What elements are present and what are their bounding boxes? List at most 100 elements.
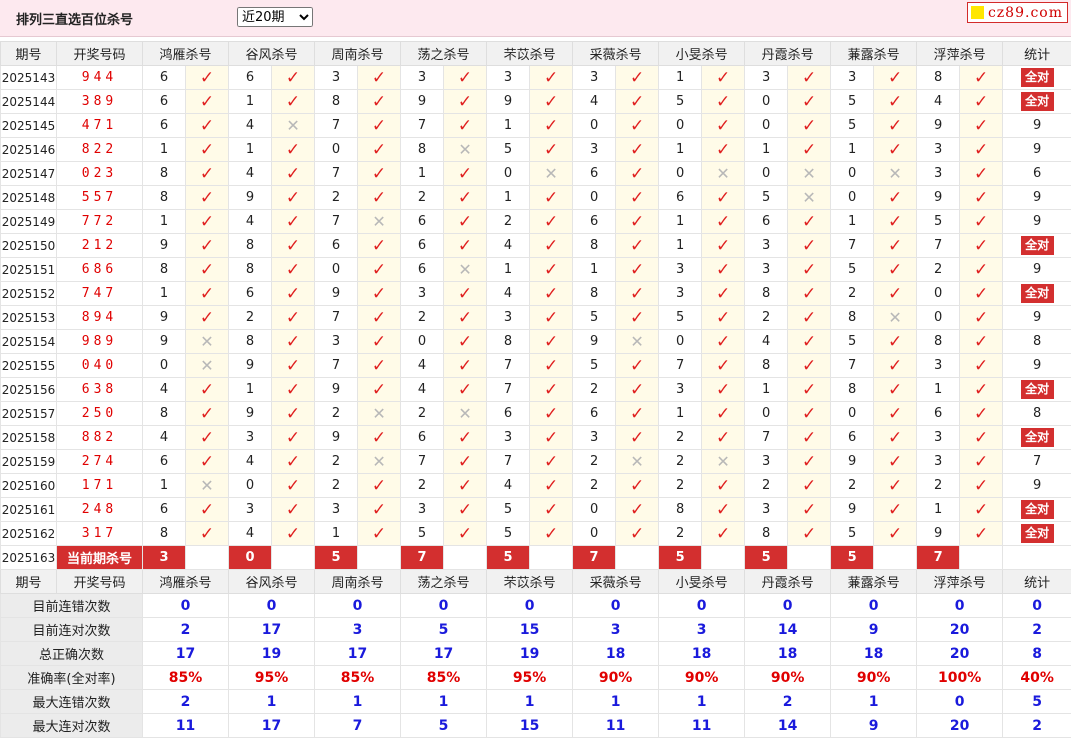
stat-cell: 全对: [1003, 234, 1071, 258]
all-correct-badge: 全对: [1021, 500, 1054, 519]
result-mark-cell: ✓: [616, 138, 659, 162]
summary-value: 0: [745, 594, 831, 618]
check-icon: ✓: [716, 380, 730, 400]
check-icon: ✓: [716, 524, 730, 544]
result-mark-cell: ✓: [530, 234, 573, 258]
result-mark-cell: ✓: [616, 378, 659, 402]
kill-number-cell: 9: [143, 330, 186, 354]
result-mark-cell: ✓: [272, 138, 315, 162]
result-mark-cell: ✓: [874, 114, 917, 138]
result-mark-cell: ✓: [616, 90, 659, 114]
period-cell: 2025151: [1, 258, 57, 282]
result-mark-cell: ✓: [186, 90, 229, 114]
check-icon: ✓: [286, 164, 300, 184]
kill-number-cell: 8: [229, 258, 272, 282]
check-icon: ✓: [974, 164, 988, 184]
period-cell: 2025161: [1, 498, 57, 522]
current-blank-cell: [616, 546, 659, 570]
col-expert-header: 小旻杀号: [659, 42, 745, 66]
table-row: 20251468221✓1✓0✓8✕5✓3✓1✓1✓1✓3✓9: [1, 138, 1071, 162]
kill-number-cell: 7: [315, 210, 358, 234]
summary-stat: 40%: [1003, 666, 1071, 690]
result-mark-cell: ✓: [358, 138, 401, 162]
summary-value: 1: [401, 690, 487, 714]
kill-number-cell: 3: [917, 450, 960, 474]
result-mark-cell: ✓: [530, 402, 573, 426]
result-mark-cell: ✓: [702, 186, 745, 210]
table-row: 20251439446✓6✓3✓3✓3✓3✓1✓3✓3✓8✓全对: [1, 66, 1071, 90]
kill-number-cell: 5: [745, 186, 788, 210]
summary-value: 2: [143, 618, 229, 642]
site-logo[interactable]: cz89.com: [967, 2, 1068, 23]
result-mark-cell: ✓: [358, 66, 401, 90]
current-blank-cell: [358, 546, 401, 570]
check-icon: ✓: [716, 284, 730, 304]
check-icon: ✓: [888, 140, 902, 160]
result-mark-cell: ✓: [186, 210, 229, 234]
winning-number-cell: 171: [57, 474, 143, 498]
summary-stat: 2: [1003, 618, 1071, 642]
result-mark-cell: ✕: [272, 114, 315, 138]
cross-icon: ✕: [458, 404, 471, 423]
result-mark-cell: ✓: [616, 258, 659, 282]
summary-value: 20: [917, 642, 1003, 666]
result-mark-cell: ✓: [530, 66, 573, 90]
col-expert-header: 周南杀号: [315, 42, 401, 66]
result-mark-cell: ✓: [788, 498, 831, 522]
kill-number-cell: 2: [917, 258, 960, 282]
check-icon: ✓: [458, 332, 472, 352]
kill-number-cell: 0: [143, 354, 186, 378]
result-mark-cell: ✓: [960, 450, 1003, 474]
summary-label: 最大连对次数: [1, 714, 143, 738]
check-icon: ✓: [716, 68, 730, 88]
col-expert-header: 采薇杀号: [573, 570, 659, 594]
kill-number-cell: 8: [917, 66, 960, 90]
col-expert-header: 周南杀号: [315, 570, 401, 594]
winning-number-cell: 747: [57, 282, 143, 306]
period-select[interactable]: 近20期: [237, 7, 313, 27]
kill-number-cell: 8: [831, 306, 874, 330]
summary-value: 0: [831, 594, 917, 618]
kill-number-cell: 9: [315, 426, 358, 450]
kill-number-cell: 3: [401, 66, 444, 90]
kill-number-cell: 8: [143, 402, 186, 426]
summary-value: 20: [917, 618, 1003, 642]
kill-number-cell: 6: [401, 234, 444, 258]
current-blank-cell: [788, 546, 831, 570]
check-icon: ✓: [372, 380, 386, 400]
kill-number-cell: 3: [315, 498, 358, 522]
check-icon: ✓: [544, 92, 558, 112]
kill-number-cell: 1: [917, 378, 960, 402]
result-mark-cell: ✓: [874, 234, 917, 258]
current-blank-cell: [444, 546, 487, 570]
kill-number-cell: 2: [315, 474, 358, 498]
check-icon: ✓: [974, 68, 988, 88]
summary-value: 0: [917, 690, 1003, 714]
result-mark-cell: ✓: [788, 114, 831, 138]
result-mark-cell: ✓: [530, 258, 573, 282]
result-mark-cell: ✕: [186, 354, 229, 378]
result-mark-cell: ✓: [186, 402, 229, 426]
summary-value: 11: [659, 714, 745, 738]
result-mark-cell: ✓: [702, 474, 745, 498]
kill-number-cell: 6: [143, 66, 186, 90]
check-icon: ✓: [802, 212, 816, 232]
result-mark-cell: ✓: [702, 522, 745, 546]
check-icon: ✓: [630, 308, 644, 328]
kill-number-cell: 6: [917, 402, 960, 426]
check-icon: ✓: [974, 260, 988, 280]
check-icon: ✓: [544, 380, 558, 400]
kill-number-cell: 5: [831, 330, 874, 354]
summary-value: 85%: [401, 666, 487, 690]
result-mark-cell: ✓: [616, 498, 659, 522]
kill-number-cell: 2: [315, 186, 358, 210]
result-mark-cell: ✓: [702, 354, 745, 378]
col-expert-header: 荡之杀号: [401, 570, 487, 594]
kill-number-cell: 1: [487, 186, 530, 210]
summary-value: 90%: [831, 666, 917, 690]
stat-cell: 9: [1003, 306, 1071, 330]
check-icon: ✓: [286, 356, 300, 376]
result-mark-cell: ✓: [186, 498, 229, 522]
winning-number-cell: 212: [57, 234, 143, 258]
check-icon: ✓: [200, 212, 214, 232]
